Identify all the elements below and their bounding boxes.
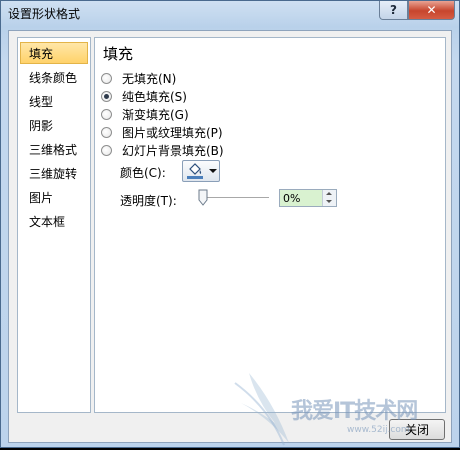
title-bar[interactable]: 设置形状格式 ? ✕ bbox=[1, 1, 459, 25]
dialog-body: 填充 线条颜色 线型 阴影 三维格式 三维旋转 图片 文本框 填充 无填充(N)… bbox=[8, 30, 452, 443]
close-button-label: 关闭 bbox=[404, 423, 429, 437]
radio-button[interactable] bbox=[101, 126, 112, 138]
radio-label: 图片或纹理填充(P) bbox=[122, 125, 223, 140]
help-button[interactable]: ? bbox=[379, 1, 408, 20]
nav-item-label: 线条颜色 bbox=[29, 71, 78, 85]
nav-item-shadow[interactable]: 阴影 bbox=[20, 114, 88, 136]
radio-button[interactable] bbox=[101, 90, 112, 102]
transparency-value[interactable]: 0% bbox=[283, 192, 300, 205]
nav-item-label: 线型 bbox=[29, 95, 54, 109]
nav-item-label: 文本框 bbox=[29, 215, 66, 229]
close-button[interactable]: 关闭 bbox=[389, 419, 445, 440]
nav-item-picture[interactable]: 图片 bbox=[20, 186, 88, 208]
paint-bucket-icon bbox=[187, 163, 203, 179]
nav-item-line-style[interactable]: 线型 bbox=[20, 90, 88, 112]
radio-button[interactable] bbox=[101, 144, 112, 156]
title-close-button[interactable]: ✕ bbox=[408, 1, 455, 20]
radio-button[interactable] bbox=[101, 72, 112, 84]
close-icon: ✕ bbox=[426, 3, 437, 17]
transparency-label: 透明度(T): bbox=[120, 194, 177, 208]
nav-item-label: 三维格式 bbox=[29, 143, 78, 157]
nav-item-label: 图片 bbox=[29, 191, 54, 205]
nav-item-text-box[interactable]: 文本框 bbox=[20, 210, 88, 232]
nav-item-line-color[interactable]: 线条颜色 bbox=[20, 66, 88, 88]
panel-heading: 填充 bbox=[103, 45, 134, 63]
radio-label: 纯色填充(S) bbox=[122, 89, 187, 104]
nav-item-label: 阴影 bbox=[29, 119, 54, 133]
radio-picture-fill[interactable]: 图片或纹理填充(P) bbox=[101, 124, 223, 140]
transparency-slider-thumb[interactable] bbox=[198, 189, 208, 206]
radio-no-fill[interactable]: 无填充(N) bbox=[101, 70, 176, 86]
radio-label: 无填充(N) bbox=[122, 71, 177, 86]
fill-panel: 填充 无填充(N) 纯色填充(S) 渐变填充(G) 图片或纹理填充(P) 幻灯片… bbox=[94, 37, 446, 413]
chevron-down-icon bbox=[209, 169, 217, 173]
category-list: 填充 线条颜色 线型 阴影 三维格式 三维旋转 图片 文本框 bbox=[17, 37, 91, 413]
transparency-slider-track[interactable] bbox=[199, 197, 269, 199]
spin-buttons[interactable] bbox=[322, 190, 336, 206]
radio-gradient-fill[interactable]: 渐变填充(G) bbox=[101, 106, 189, 122]
nav-item-fill[interactable]: 填充 bbox=[20, 42, 88, 64]
radio-label: 幻灯片背景填充(B) bbox=[122, 143, 224, 158]
transparency-spinbox[interactable]: 0% bbox=[279, 189, 337, 207]
window-title: 设置形状格式 bbox=[8, 7, 81, 21]
nav-item-label: 填充 bbox=[29, 47, 54, 61]
nav-item-label: 三维旋转 bbox=[29, 167, 78, 181]
format-shape-dialog: 设置形状格式 ? ✕ 填充 线条颜色 线型 阴影 三维格式 三维旋转 图片 文本… bbox=[0, 0, 460, 448]
spin-up-icon[interactable] bbox=[326, 192, 332, 195]
color-label: 颜色(C): bbox=[120, 166, 166, 180]
radio-solid-fill[interactable]: 纯色填充(S) bbox=[101, 88, 187, 104]
radio-button[interactable] bbox=[101, 108, 112, 120]
spin-down-icon[interactable] bbox=[326, 200, 332, 203]
fill-color-picker[interactable] bbox=[182, 160, 220, 182]
radio-slide-background-fill[interactable]: 幻灯片背景填充(B) bbox=[101, 142, 224, 158]
nav-item-3d-format[interactable]: 三维格式 bbox=[20, 138, 88, 160]
help-icon: ? bbox=[390, 3, 397, 17]
radio-label: 渐变填充(G) bbox=[122, 107, 189, 122]
nav-item-3d-rotation[interactable]: 三维旋转 bbox=[20, 162, 88, 184]
